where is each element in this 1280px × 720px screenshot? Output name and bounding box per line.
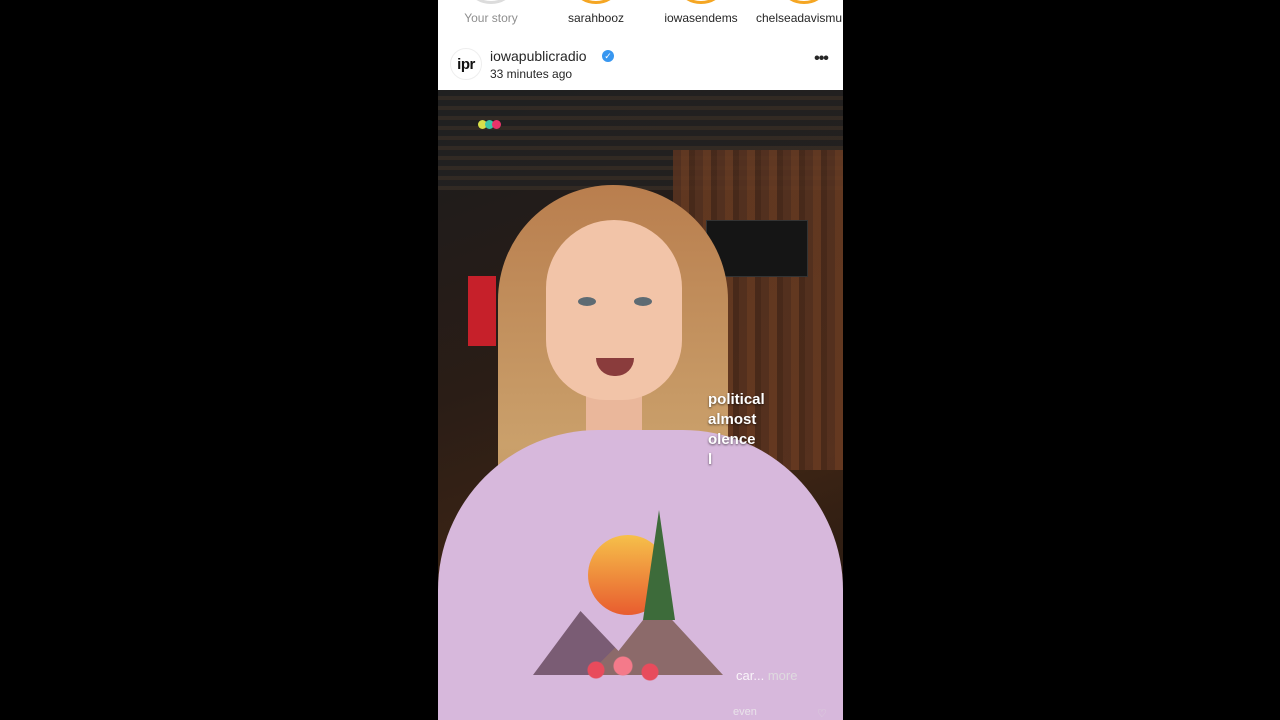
more-options-icon[interactable]: •••	[811, 51, 831, 72]
caption-line: almost	[708, 411, 757, 428]
video-caption-overlay: political almost olence l	[708, 390, 765, 470]
more-label[interactable]: more	[768, 668, 798, 683]
caption-line: l	[708, 451, 713, 468]
speaker-eye	[578, 297, 596, 306]
story-label: chelseadavismu	[756, 11, 843, 25]
shirt-graphic-tree	[643, 510, 675, 620]
post-username[interactable]: iowapublicradio	[490, 48, 587, 64]
post-timestamp: 33 minutes ago	[490, 67, 573, 81]
story-avatar-ring	[568, 0, 624, 4]
story-label: iowasendems	[664, 11, 738, 25]
story-label: Your story	[464, 11, 518, 25]
speaker-eye	[634, 297, 652, 306]
avatar-logo-text: ipr	[457, 55, 475, 73]
post-video[interactable]: political almost olence l car... more ev…	[438, 90, 843, 720]
caption-bottom-text: even	[733, 706, 757, 718]
caption-truncated-text: car...	[736, 668, 765, 683]
shirt-graphic-flowers	[578, 650, 668, 690]
speaker-face	[546, 220, 682, 400]
story-sarahbooz[interactable]: sarahbooz	[546, 0, 646, 32]
video-background-sign	[468, 276, 496, 346]
story-avatar-ring	[673, 0, 729, 4]
story-your-story[interactable]: Your story	[441, 0, 541, 32]
caption-line: political	[708, 391, 765, 408]
story-label: sarahbooz	[567, 11, 625, 25]
caption-line: olence	[708, 431, 756, 448]
recording-dots-icon	[478, 120, 501, 129]
verified-badge-icon: ✓	[602, 50, 614, 62]
heart-icon[interactable]: ♡	[817, 707, 827, 720]
instagram-feed: Your story sarahbooz iowasendems chelsea…	[438, 0, 843, 720]
story-chelseadavis[interactable]: chelseadavismu	[756, 0, 843, 32]
post-header: ipr iowapublicradio ✓ 33 minutes ago •••	[438, 36, 843, 90]
profile-avatar[interactable]: ipr	[450, 48, 482, 80]
story-avatar-ring	[463, 0, 519, 4]
story-iowasendems[interactable]: iowasendems	[651, 0, 751, 32]
speaker-mouth	[596, 358, 634, 376]
caption-more-link[interactable]: car... more	[736, 668, 797, 683]
story-avatar-ring	[775, 0, 832, 4]
stories-tray: Your story sarahbooz iowasendems chelsea…	[438, 0, 843, 32]
